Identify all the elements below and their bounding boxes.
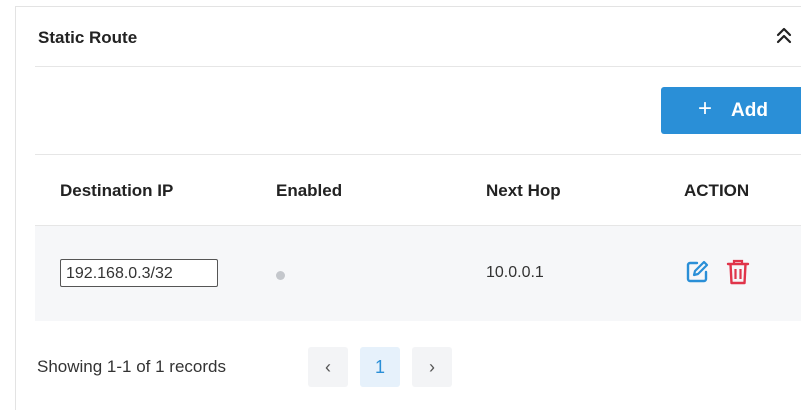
add-button-label: Add bbox=[731, 100, 768, 121]
plus-icon: + bbox=[698, 95, 713, 122]
records-summary: Showing 1-1 of 1 records bbox=[37, 357, 226, 376]
enabled-status-dot bbox=[276, 271, 285, 280]
destination-ip-value: 192.168.0.3/32 bbox=[60, 259, 218, 287]
table-row: 192.168.0.3/32 10.0.0.1 bbox=[35, 226, 801, 321]
double-chevron-up-icon[interactable] bbox=[773, 25, 795, 47]
column-header-destination-ip: Destination IP bbox=[60, 181, 174, 200]
next-hop-value: 10.0.0.1 bbox=[486, 264, 544, 281]
delete-icon[interactable] bbox=[725, 258, 751, 286]
column-header-action: ACTION bbox=[684, 181, 750, 200]
prev-page-button[interactable]: ‹ bbox=[308, 347, 348, 387]
panel-header: Static Route bbox=[16, 7, 801, 67]
panel-title: Static Route bbox=[38, 28, 138, 47]
column-header-next-hop: Next Hop bbox=[486, 181, 561, 200]
header-divider bbox=[35, 66, 801, 67]
static-route-panel: Static Route + Add Destination IP Enable… bbox=[15, 6, 801, 410]
page-1-button[interactable]: 1 bbox=[360, 347, 400, 387]
column-header-enabled: Enabled bbox=[276, 181, 343, 200]
next-page-button[interactable]: › bbox=[412, 347, 452, 387]
edit-icon[interactable] bbox=[684, 259, 710, 285]
pagination: Showing 1-1 of 1 records ‹ 1 › bbox=[16, 345, 801, 389]
add-button[interactable]: + Add bbox=[661, 87, 801, 134]
static-route-table: Destination IP Enabled Next Hop ACTION 1… bbox=[35, 155, 801, 321]
table-header: Destination IP Enabled Next Hop ACTION bbox=[35, 155, 801, 226]
